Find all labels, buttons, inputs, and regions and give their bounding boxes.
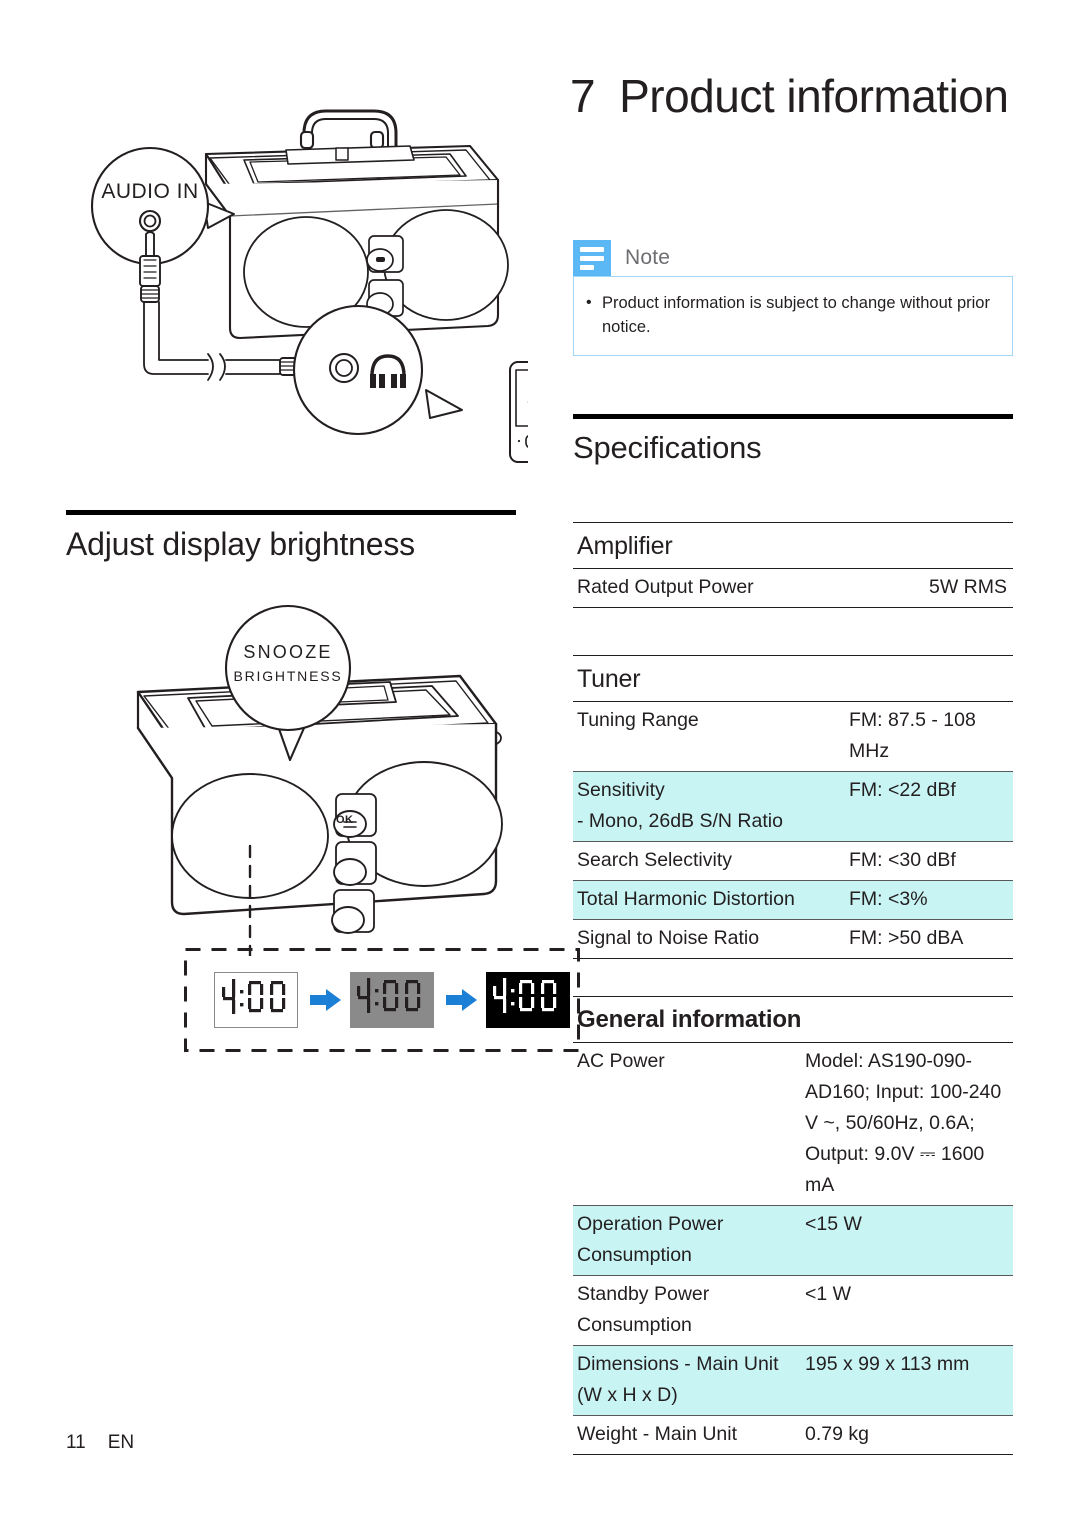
note-label: Note xyxy=(625,246,671,269)
row-value: <15 W xyxy=(805,1213,862,1235)
table-row: Weight - Main Unit 0.79 kg xyxy=(573,1416,1013,1455)
row-value: FM: <3% xyxy=(849,888,928,910)
row-key: Sensitivity - Mono, 26dB S/N Ratio xyxy=(577,779,783,832)
specifications-heading: Specifications xyxy=(573,430,762,465)
ok-button-label: OK xyxy=(336,814,354,826)
page-footer: 11 EN xyxy=(66,1432,134,1454)
display-step-dim xyxy=(350,972,434,1028)
table-row: Signal to Noise Ratio FM: >50 dBA xyxy=(573,920,1013,959)
row-key: Search Selectivity xyxy=(577,849,732,871)
table-row: AC Power Model: AS190-090-AD160; Input: … xyxy=(573,1043,1013,1206)
row-value: <1 W xyxy=(805,1283,852,1305)
row-key: Operation Power Consumption xyxy=(577,1213,724,1266)
note-body: • Product information is subject to chan… xyxy=(573,276,1013,356)
row-value: 0.79 kg xyxy=(805,1423,869,1445)
brightness-steps-diagram xyxy=(184,948,580,1052)
brightness-illustration: SNOOZE BRIGHTNESS OK xyxy=(60,596,520,956)
row-value: FM: <30 dBf xyxy=(849,849,956,871)
display-step-off xyxy=(486,972,570,1028)
table-row: Rated Output Power 5W RMS xyxy=(573,569,1013,608)
amplifier-table: Amplifier Rated Output Power 5W RMS xyxy=(573,522,1013,608)
manual-page: AUDIO IN Adjust display brightness SNOOZ… xyxy=(0,0,1080,1527)
chapter-number: 7 xyxy=(570,70,596,122)
row-key: Weight - Main Unit xyxy=(577,1423,738,1445)
bullet-icon: • xyxy=(586,294,592,311)
table-row: Tuning Range FM: 87.5 - 108 MHz xyxy=(573,702,1013,772)
row-key: Total Harmonic Distortion xyxy=(577,888,795,910)
table-title: General information xyxy=(573,997,1013,1043)
note-lines-icon xyxy=(573,240,611,276)
note-text: Product information is subject to change… xyxy=(602,294,990,336)
note-box: Note • Product information is subject to… xyxy=(573,240,1013,356)
row-key: Signal to Noise Ratio xyxy=(577,927,760,949)
page-title: Product information xyxy=(619,70,1009,122)
page-number: 11 xyxy=(66,1432,86,1453)
brightness-section-header: Adjust display brightness xyxy=(66,510,516,564)
right-column: 7 Product information Note • Product inf… xyxy=(570,0,1014,1527)
row-value: FM: 87.5 - 108 MHz xyxy=(849,709,976,762)
row-key: Standby Power Consumption xyxy=(577,1283,710,1336)
table-title: Amplifier xyxy=(573,523,1013,569)
note-header: Note xyxy=(573,240,1013,276)
table-row: Standby Power Consumption <1 W xyxy=(573,1276,1013,1346)
left-column: AUDIO IN Adjust display brightness SNOOZ… xyxy=(66,0,580,1527)
audio-in-illustration: AUDIO IN xyxy=(58,88,528,478)
row-value: 195 x 99 x 113 mm xyxy=(805,1353,970,1375)
row-key: Rated Output Power xyxy=(577,576,754,598)
specifications-section-header: Specifications xyxy=(573,414,1013,468)
arrow-icon-2 xyxy=(446,989,477,1011)
brightness-heading: Adjust display brightness xyxy=(66,526,415,562)
mp3-player-icon xyxy=(509,361,528,463)
row-value: Model: AS190-090-AD160; Input: 100-240 V… xyxy=(805,1050,1002,1196)
table-row: Sensitivity - Mono, 26dB S/N Ratio FM: <… xyxy=(573,772,1013,842)
arrow-icon-1 xyxy=(310,989,341,1011)
audio-in-callout-label: AUDIO IN xyxy=(101,180,199,203)
table-row: Total Harmonic Distortion FM: <3% xyxy=(573,881,1013,920)
row-key: Tuning Range xyxy=(577,709,699,731)
row-key: Dimensions - Main Unit (W x H x D) xyxy=(577,1353,779,1406)
row-value: FM: <22 dBf xyxy=(849,779,956,801)
row-key: AC Power xyxy=(577,1050,665,1072)
chapter-title-block: 7 Product information xyxy=(570,68,1014,124)
snooze-callout-label-secondary: BRIGHTNESS xyxy=(233,668,343,684)
general-information-table: General information AC Power Model: AS19… xyxy=(573,996,1013,1455)
snooze-callout-label-primary: SNOOZE xyxy=(243,642,333,662)
language-code: EN xyxy=(107,1432,135,1453)
row-value: FM: >50 dBA xyxy=(849,927,964,949)
display-step-bright xyxy=(214,972,298,1028)
tuner-table: Tuner Tuning Range FM: 87.5 - 108 MHz Se… xyxy=(573,655,1013,959)
row-value: 5W RMS xyxy=(929,576,1007,598)
note-list-item: • Product information is subject to chan… xyxy=(586,291,996,339)
table-title: Tuner xyxy=(573,656,1013,702)
table-row: Dimensions - Main Unit (W x H x D) 195 x… xyxy=(573,1346,1013,1416)
table-row: Operation Power Consumption <15 W xyxy=(573,1206,1013,1276)
table-row: Search Selectivity FM: <30 dBf xyxy=(573,842,1013,881)
